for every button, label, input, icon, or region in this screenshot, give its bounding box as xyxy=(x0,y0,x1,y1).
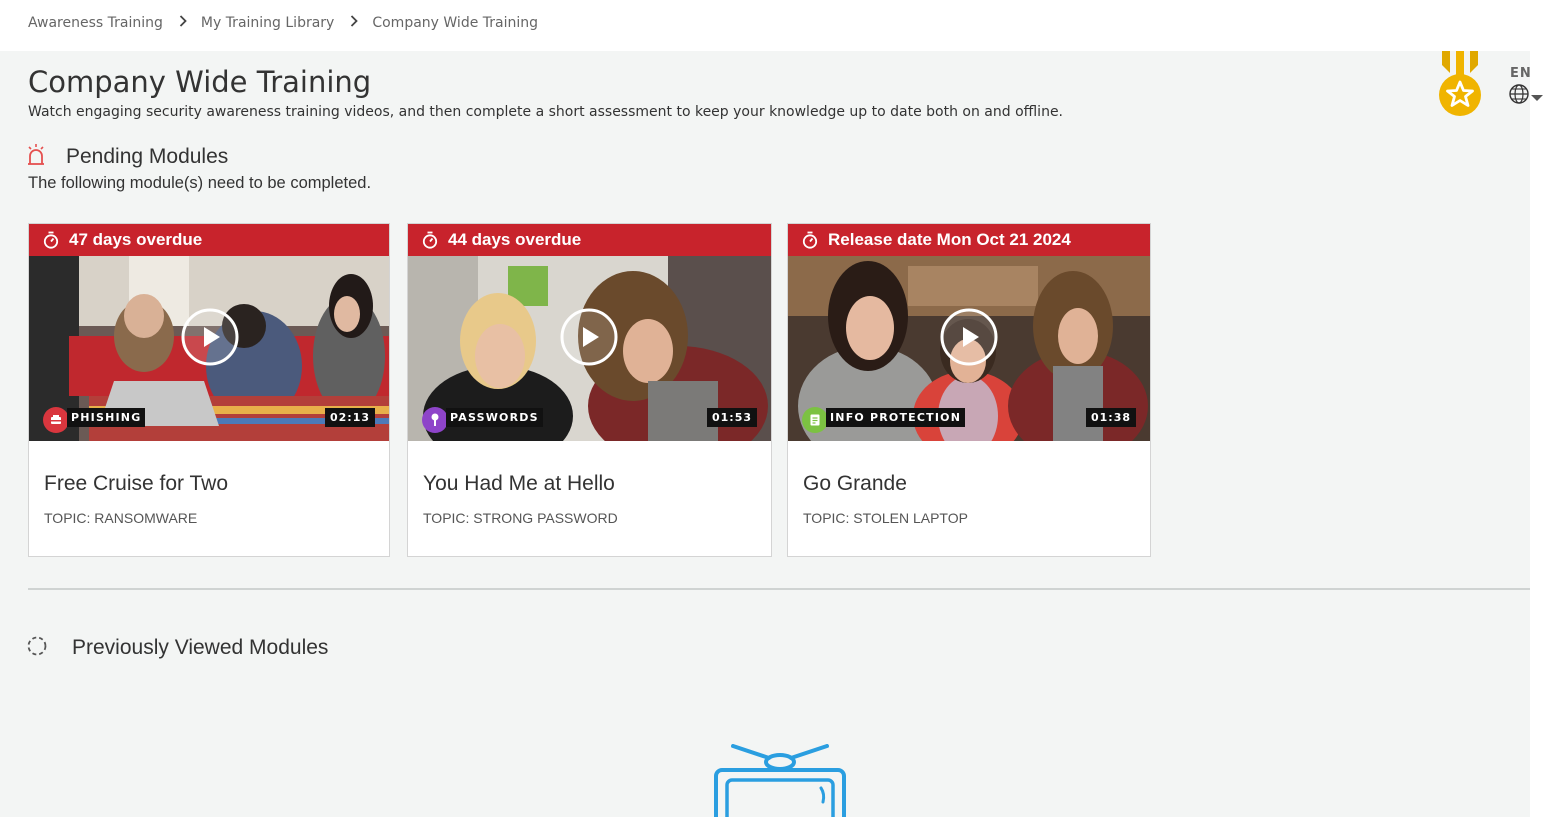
refresh-icon xyxy=(26,635,48,661)
module-topic: TOPIC: STRONG PASSWORD xyxy=(423,510,618,526)
status-banner: 47 days overdue xyxy=(29,224,389,256)
module-card-you-had-me[interactable]: 44 days overdue PASSWORDS 01:53 You Had … xyxy=(407,223,772,557)
category-label: PASSWORDS xyxy=(446,407,543,427)
stopwatch-icon xyxy=(422,231,438,249)
play-button-icon[interactable] xyxy=(181,308,239,366)
status-banner: Release date Mon Oct 21 2024 xyxy=(788,224,1150,256)
phishing-icon xyxy=(43,407,69,433)
module-card-free-cruise[interactable]: 47 days overdue PHISHING 02:13 Free Crui… xyxy=(28,223,390,557)
main-content: Company Wide Training Watch engaging sec… xyxy=(0,51,1530,817)
video-duration: 01:53 xyxy=(706,408,757,427)
top-bar: Awareness Training My Training Library C… xyxy=(4,0,1556,51)
module-title[interactable]: You Had Me at Hello xyxy=(423,472,615,496)
video-thumbnail[interactable]: PHISHING 02:13 xyxy=(29,256,389,441)
module-title[interactable]: Go Grande xyxy=(803,472,907,496)
category-label: PHISHING xyxy=(67,407,146,427)
page-title: Company Wide Training xyxy=(28,65,372,99)
category-label: INFO PROTECTION xyxy=(826,407,966,427)
status-text: 44 days overdue xyxy=(448,230,582,249)
status-text: 47 days overdue xyxy=(69,230,203,249)
chevron-right-icon xyxy=(179,15,187,31)
pending-modules-title: Pending Modules xyxy=(66,145,229,168)
play-button-icon[interactable] xyxy=(560,308,618,366)
module-topic: TOPIC: STOLEN LAPTOP xyxy=(803,510,968,526)
language-selector[interactable]: EN xyxy=(1508,66,1548,109)
key-icon xyxy=(422,407,448,433)
module-card-go-grande[interactable]: Release date Mon Oct 21 2024 INFO PROTEC… xyxy=(787,223,1151,557)
document-icon xyxy=(802,407,828,433)
category-tag: PASSWORDS xyxy=(422,407,543,433)
video-thumbnail[interactable]: INFO PROTECTION 01:38 xyxy=(788,256,1150,441)
video-duration: 02:13 xyxy=(324,408,375,427)
chevron-right-icon xyxy=(350,15,359,31)
module-topic: TOPIC: RANSOMWARE xyxy=(44,510,198,526)
category-tag: PHISHING xyxy=(43,407,146,433)
play-button-icon[interactable] xyxy=(940,308,998,366)
page-description: Watch engaging security awareness traini… xyxy=(28,104,1064,120)
breadcrumb-my-training-library[interactable]: My Training Library xyxy=(201,15,334,31)
pending-modules-heading: Pending Modules xyxy=(26,143,228,171)
tv-icon xyxy=(714,744,846,817)
status-banner: 44 days overdue xyxy=(408,224,771,256)
video-duration: 01:38 xyxy=(1085,408,1136,427)
breadcrumb: Awareness Training My Training Library C… xyxy=(28,15,538,31)
stopwatch-icon xyxy=(802,231,818,249)
caret-down-icon xyxy=(1530,87,1544,106)
status-text: Release date Mon Oct 21 2024 xyxy=(828,230,1071,249)
stopwatch-icon xyxy=(43,231,59,249)
section-divider xyxy=(28,588,1530,590)
alarm-icon xyxy=(26,143,46,171)
category-tag: INFO PROTECTION xyxy=(802,407,966,433)
breadcrumb-awareness-training[interactable]: Awareness Training xyxy=(28,15,163,31)
medal-icon[interactable] xyxy=(1436,51,1484,119)
module-title[interactable]: Free Cruise for Two xyxy=(44,472,228,496)
video-thumbnail[interactable]: PASSWORDS 01:53 xyxy=(408,256,771,441)
pending-modules-subtitle: The following module(s) need to be compl… xyxy=(28,174,372,192)
language-code: EN xyxy=(1510,66,1532,81)
previously-viewed-title: Previously Viewed Modules xyxy=(72,636,329,659)
breadcrumb-current: Company Wide Training xyxy=(372,15,539,31)
previously-viewed-heading: Previously Viewed Modules xyxy=(26,635,328,661)
globe-icon xyxy=(1508,83,1530,109)
